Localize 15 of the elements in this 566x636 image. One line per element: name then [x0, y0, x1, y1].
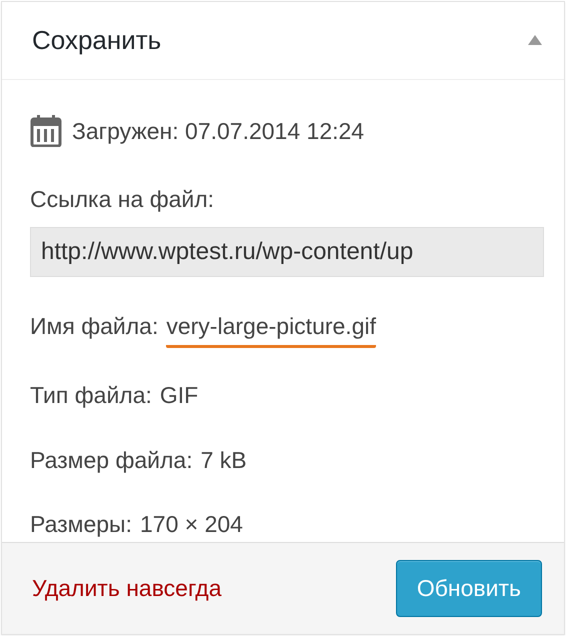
detail-label: Размер файла: [30, 446, 193, 475]
detail-value: 170 × 204 [140, 510, 243, 540]
panel-title: Сохранить [32, 24, 162, 57]
file-url-label: Ссылка на файл: [30, 185, 216, 214]
file-url-field[interactable]: http://www.wptest.ru/wp-content/up [30, 226, 544, 277]
upload-date-text: Загружен: 07.07.2014 12:24 [72, 116, 364, 146]
detail-label: Размеры: [30, 510, 132, 540]
delete-permanently-link[interactable]: Удалить навсегда [32, 571, 222, 606]
detail-label: Тип файла: [30, 381, 152, 410]
detail-value: GIF [160, 381, 198, 410]
detail-value: very-large-picture.gif [166, 308, 376, 348]
detail-value: 7 kB [200, 446, 247, 475]
detail-label: Имя файла: [30, 312, 158, 341]
calendar-icon [30, 114, 62, 147]
collapse-toggle-icon[interactable] [528, 35, 542, 46]
